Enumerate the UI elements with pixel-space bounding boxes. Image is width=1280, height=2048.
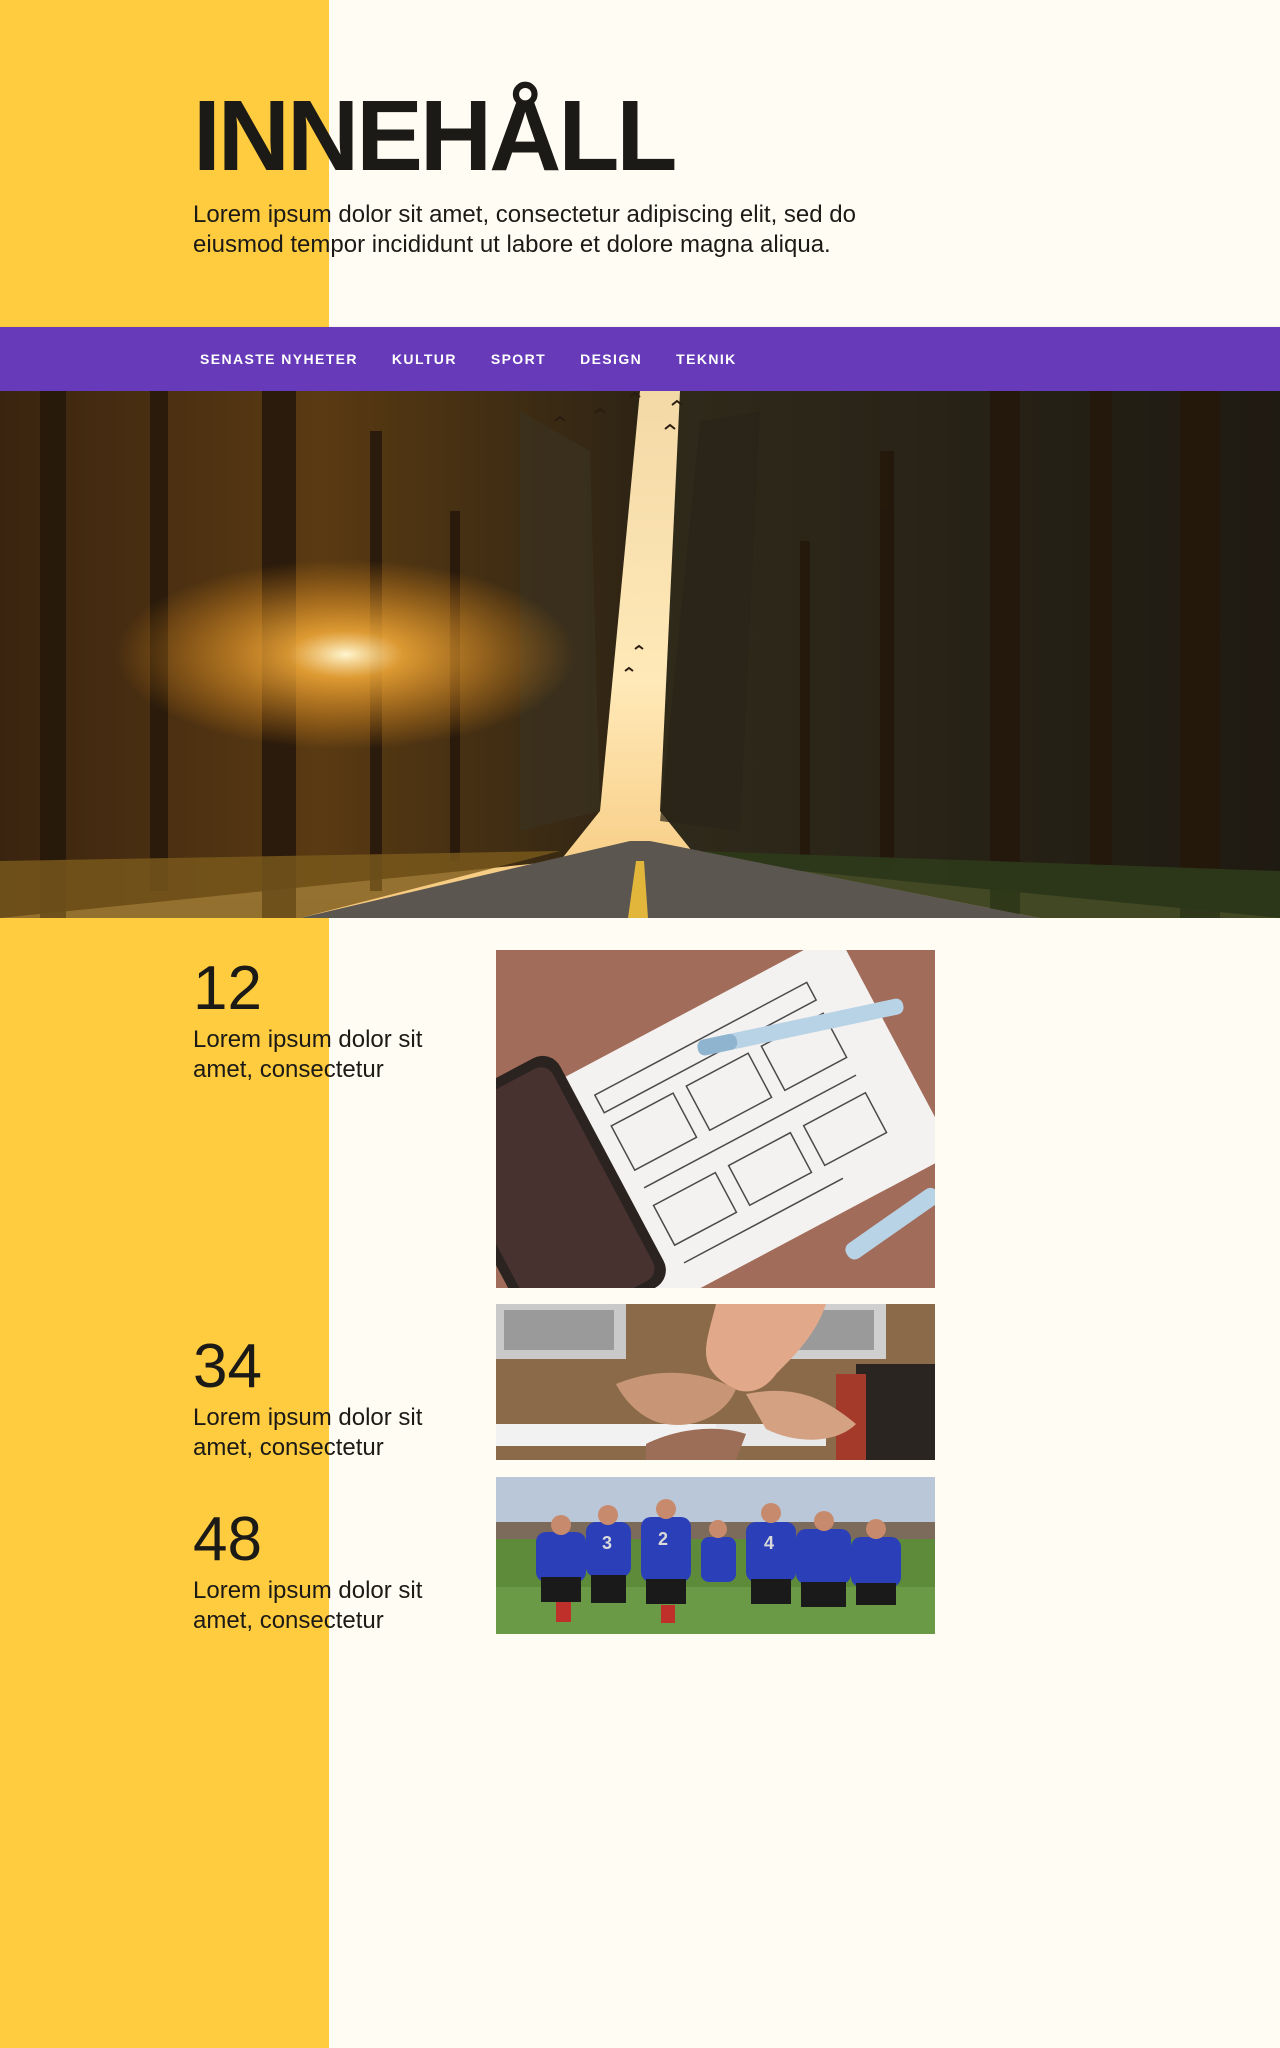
main-navigation: SENASTE NYHETER KULTUR SPORT DESIGN TEKN…: [0, 327, 1280, 391]
nav-item-kultur[interactable]: KULTUR: [392, 351, 457, 367]
hero-forest-road-image: [0, 391, 1280, 918]
hero-illustration: [0, 391, 1280, 918]
nav-item-sport[interactable]: SPORT: [491, 351, 546, 367]
stat-line-1: Lorem ipsum dolor sit: [193, 1026, 423, 1053]
nav-item-senaste-nyheter[interactable]: SENASTE NYHETER: [200, 351, 358, 367]
wireframe-sketch-photo: [496, 950, 935, 1288]
stat-line-1: Lorem ipsum dolor sit: [193, 1577, 423, 1604]
nav-item-teknik[interactable]: TEKNIK: [676, 351, 737, 367]
svg-text:3: 3: [602, 1533, 612, 1553]
nav-list: SENASTE NYHETER KULTUR SPORT DESIGN TEKN…: [200, 327, 771, 391]
nav-item-design[interactable]: DESIGN: [580, 351, 642, 367]
stat-number: 12: [193, 954, 262, 1023]
stat-line-2: amet, consectetur: [193, 1607, 384, 1634]
stat-block-2: 34 Lorem ipsum dolor sit amet, consectet…: [193, 1335, 453, 1463]
intro-line-2: eiusmod tempor incididunt ut labore et d…: [193, 231, 831, 258]
intro-line-1: Lorem ipsum dolor sit amet, consectetur …: [193, 201, 856, 228]
team-fist-bump-illustration: [496, 1304, 935, 1460]
svg-text:4: 4: [764, 1533, 774, 1553]
svg-text:2: 2: [658, 1529, 668, 1549]
stat-block-1: 12 Lorem ipsum dolor sit amet, consectet…: [193, 957, 453, 1085]
stat-line-2: amet, consectetur: [193, 1056, 384, 1083]
page-header: INNEHÅLL Lorem ipsum dolor sit amet, con…: [193, 78, 953, 260]
football-team-photo: 3 2 4: [496, 1477, 935, 1634]
stat-line-1: Lorem ipsum dolor sit: [193, 1404, 423, 1431]
stat-block-3: 48 Lorem ipsum dolor sit amet, consectet…: [193, 1508, 453, 1636]
intro-text: Lorem ipsum dolor sit amet, consectetur …: [193, 200, 953, 260]
stat-number: 34: [193, 1332, 262, 1401]
stat-description: Lorem ipsum dolor sit amet, consectetur: [193, 1576, 453, 1636]
team-fist-bump-photo: [496, 1304, 935, 1460]
stat-description: Lorem ipsum dolor sit amet, consectetur: [193, 1025, 453, 1085]
page-title: INNEHÅLL: [193, 80, 678, 192]
stat-description: Lorem ipsum dolor sit amet, consectetur: [193, 1403, 453, 1463]
stat-number: 48: [193, 1505, 262, 1574]
football-team-illustration: 3 2 4: [496, 1477, 935, 1634]
wireframe-sketch-illustration: [496, 950, 935, 1288]
stat-line-2: amet, consectetur: [193, 1434, 384, 1461]
